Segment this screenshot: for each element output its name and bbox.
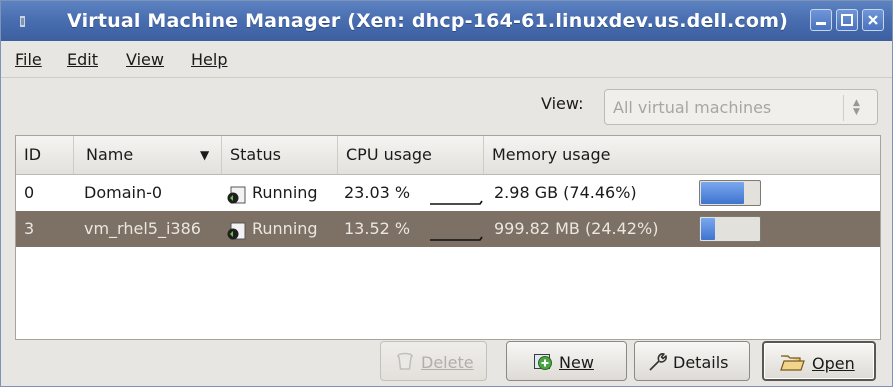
vm-list[interactable]: ID Name ▼ Status CPU usage Memory usage … (15, 135, 881, 340)
delete-button-label: Delete (421, 353, 474, 372)
column-status[interactable]: Status (222, 136, 338, 174)
vm-id: 3 (24, 219, 35, 238)
column-status-label: Status (230, 145, 281, 164)
column-name[interactable]: Name ▼ (74, 136, 222, 174)
details-button[interactable]: Details (634, 341, 750, 381)
minimize-icon[interactable] (810, 9, 832, 31)
combo-arrows-icon: ▲ ▼ (853, 98, 860, 117)
menu-bar: File Edit View Help (1, 41, 892, 78)
view-filter-value: All virtual machines (613, 98, 772, 117)
column-name-label: Name (86, 145, 134, 164)
memory-bar-fill (701, 218, 715, 240)
menu-view[interactable]: View (126, 50, 164, 69)
open-button[interactable]: Open (762, 341, 876, 381)
vm-name: Domain-0 (84, 183, 163, 202)
menu-help[interactable]: Help (191, 50, 227, 69)
vm-id: 0 (24, 183, 35, 202)
column-memory-label: Memory usage (492, 145, 611, 164)
title-bar[interactable]: Virtual Machine Manager (Xen: dhcp-164-6… (1, 1, 892, 41)
column-cpu-label: CPU usage (346, 145, 432, 164)
close-icon[interactable] (862, 9, 884, 31)
memory-bar (699, 180, 761, 206)
running-icon (227, 222, 246, 240)
delete-button[interactable]: Delete (380, 341, 487, 381)
new-button[interactable]: New (506, 341, 627, 381)
menu-edit[interactable]: Edit (67, 50, 98, 69)
menu-file[interactable]: File (15, 50, 42, 69)
column-id[interactable]: ID (16, 136, 74, 174)
memory-bar (699, 216, 761, 242)
vm-cpu: 23.03 % (344, 183, 411, 202)
vmm-window: Virtual Machine Manager (Xen: dhcp-164-6… (0, 0, 893, 387)
wrench-icon (649, 353, 667, 371)
table-header: ID Name ▼ Status CPU usage Memory usage (16, 136, 880, 175)
vm-memory: 999.82 MB (24.42%) (494, 219, 659, 238)
menu-view-label: View (126, 50, 164, 69)
app-icon (20, 16, 25, 27)
folder-open-icon (780, 355, 805, 371)
table-row-selected[interactable]: 3 vm_rhel5_i386 Running 13.52 % 999.82 M… (16, 211, 880, 247)
view-filter-label: View: (541, 94, 584, 113)
menu-help-label: Help (191, 50, 228, 69)
vm-status: Running (252, 183, 318, 202)
combo-separator (843, 95, 844, 121)
table-row[interactable]: 0 Domain-0 Running 23.03 % 2.98 GB (74.4… (16, 175, 880, 211)
column-id-label: ID (24, 145, 42, 164)
vm-memory: 2.98 GB (74.46%) (494, 183, 637, 202)
vm-status: Running (252, 219, 318, 238)
open-button-label: Open (812, 354, 855, 373)
view-filter-combo[interactable]: All virtual machines ▲ ▼ (604, 89, 878, 125)
sort-descending-icon: ▼ (200, 148, 210, 162)
menu-edit-label: Edit (67, 50, 98, 69)
menu-file-label: File (15, 50, 42, 69)
column-memory[interactable]: Memory usage (484, 136, 880, 174)
trash-icon (397, 352, 413, 370)
new-button-label: New (559, 353, 594, 372)
new-vm-icon (534, 354, 552, 370)
running-icon (227, 186, 246, 204)
cpu-graph (430, 200, 483, 205)
maximize-icon[interactable] (836, 9, 858, 31)
vm-name: vm_rhel5_i386 (84, 219, 201, 238)
column-cpu[interactable]: CPU usage (338, 136, 484, 174)
details-button-label: Details (673, 353, 729, 372)
vm-cpu: 13.52 % (344, 219, 411, 238)
memory-bar-fill (701, 182, 744, 204)
cpu-graph (430, 236, 483, 241)
window-title: Virtual Machine Manager (Xen: dhcp-164-6… (67, 10, 788, 32)
